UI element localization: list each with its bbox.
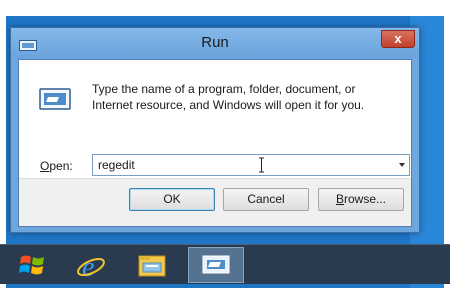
open-input-value: regedit bbox=[98, 158, 135, 172]
browse-button[interactable]: Browse... bbox=[318, 188, 404, 211]
open-label: Open: bbox=[40, 159, 73, 173]
internet-explorer-taskbar-button[interactable]: e bbox=[64, 247, 118, 283]
cancel-button[interactable]: Cancel bbox=[223, 188, 309, 211]
file-explorer-taskbar-button[interactable] bbox=[125, 247, 179, 283]
open-combobox[interactable]: regedit bbox=[92, 154, 410, 176]
run-taskbar-button[interactable] bbox=[188, 247, 244, 283]
run-dialog: Run x Type the name of a program, folder… bbox=[10, 27, 420, 233]
ok-button[interactable]: OK bbox=[129, 188, 215, 211]
internet-explorer-icon: e bbox=[77, 252, 105, 281]
window-title: Run bbox=[201, 34, 229, 51]
open-label-accel: O bbox=[40, 159, 50, 173]
text-cursor-icon bbox=[258, 157, 265, 173]
open-label-text: pen: bbox=[49, 159, 73, 173]
start-button[interactable] bbox=[6, 247, 60, 283]
run-program-icon bbox=[39, 88, 71, 110]
image-border-top bbox=[0, 0, 450, 16]
title-bar[interactable]: Run x bbox=[11, 28, 419, 58]
browse-label: rowse... bbox=[344, 192, 387, 206]
dropdown-arrow-icon[interactable] bbox=[399, 163, 405, 167]
browse-accel: B bbox=[335, 192, 344, 206]
taskbar: e bbox=[0, 244, 450, 284]
windows-logo-icon bbox=[19, 255, 44, 275]
svg-text:e: e bbox=[82, 252, 94, 281]
close-button[interactable]: x bbox=[381, 30, 415, 48]
run-icon bbox=[202, 255, 230, 274]
dialog-description: Type the name of a program, folder, docu… bbox=[92, 82, 365, 112]
file-explorer-icon bbox=[138, 255, 166, 277]
